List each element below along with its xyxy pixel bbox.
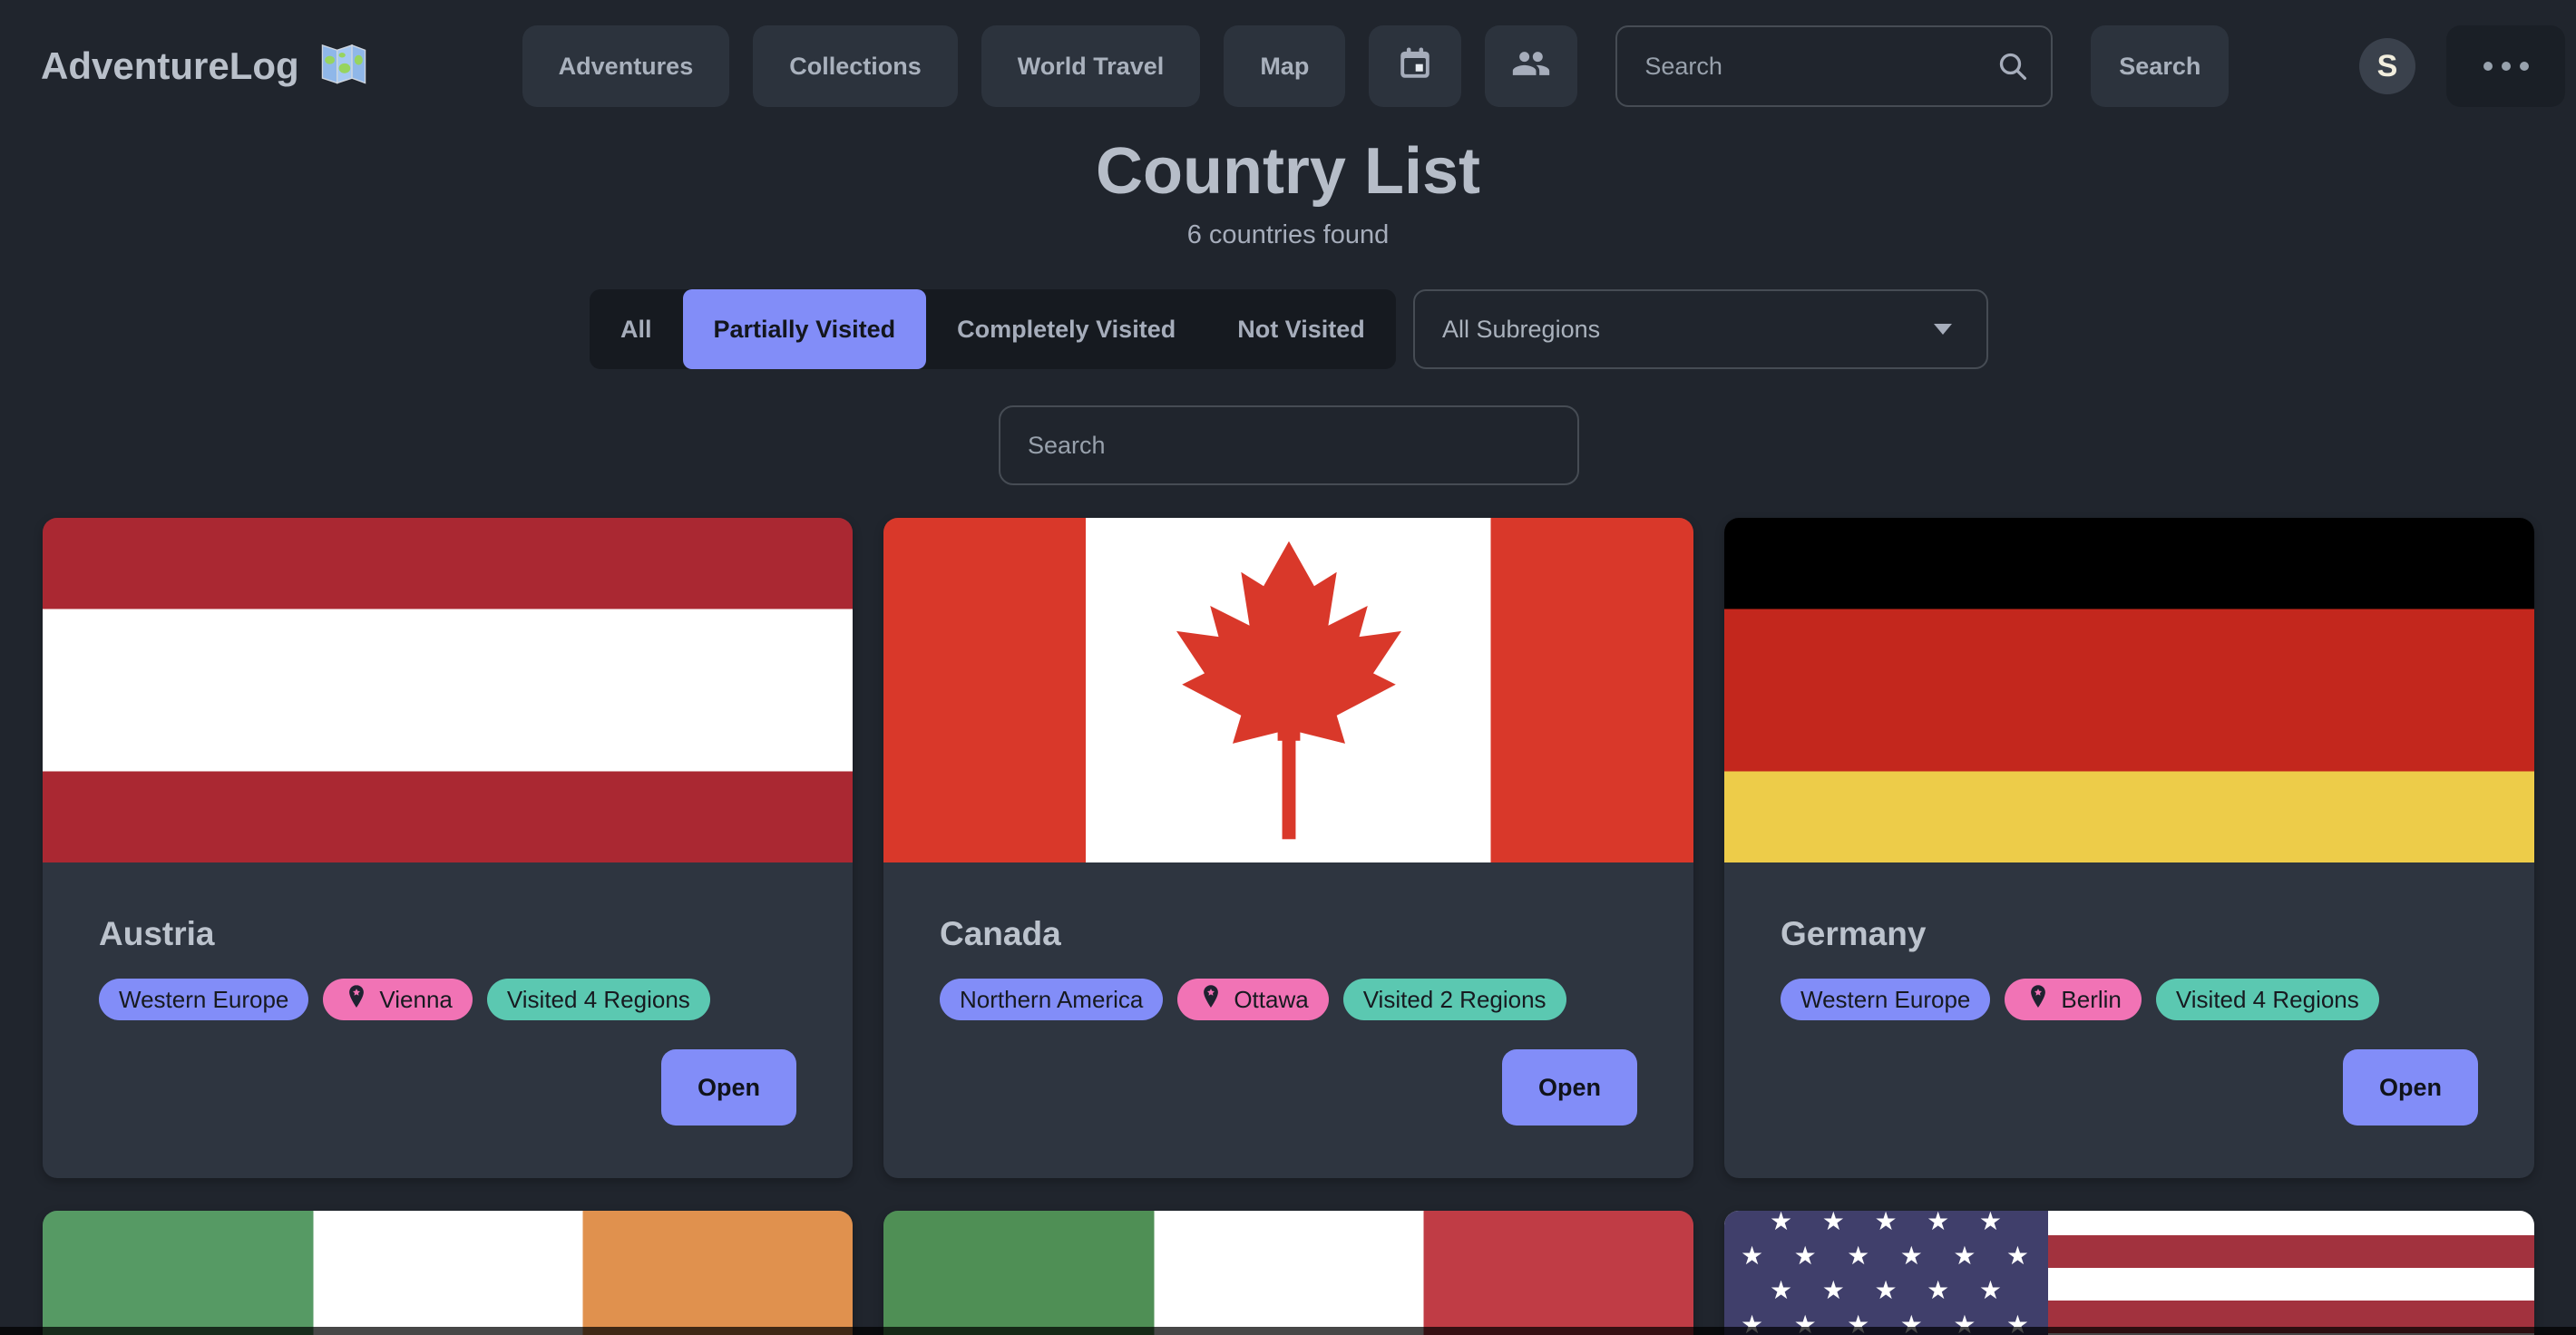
users-icon (1511, 44, 1551, 90)
visited-regions-badge: Visited 4 Regions (2156, 979, 2379, 1020)
nav-right: S (2359, 25, 2576, 107)
country-name: Canada (940, 915, 1637, 953)
map-pin-icon (343, 983, 370, 1017)
badges: Northern America Ottawa Visited 2 Region… (940, 979, 1637, 1020)
nav-item-adventures[interactable]: Adventures (522, 25, 730, 107)
adventurelog-app: AdventureLog Adventures Collections Worl… (0, 0, 2576, 1335)
card-actions: Open (99, 1049, 796, 1125)
avatar[interactable]: S (2359, 38, 2415, 94)
card-actions: Open (1781, 1049, 2478, 1125)
nav-item-world-travel[interactable]: World Travel (981, 25, 1201, 107)
country-card-canada: Canada Northern America Ottawa Visited 2… (883, 518, 1693, 1178)
region-badge: Western Europe (1781, 979, 1990, 1020)
country-card-italy (883, 1211, 1693, 1335)
search-icon (1995, 48, 2031, 89)
capital-name: Ottawa (1234, 986, 1308, 1014)
map-logo-icon (317, 35, 370, 97)
visited-regions-badge: Visited 4 Regions (487, 979, 710, 1020)
visit-filter-tabs: All Partially Visited Completely Visited… (590, 289, 1396, 369)
nav-item-map[interactable]: Map (1224, 25, 1345, 107)
capital-name: Berlin (2061, 986, 2121, 1014)
brand-title: AdventureLog (41, 44, 299, 88)
tab-completely-visited[interactable]: Completely Visited (926, 289, 1206, 369)
viewport-bottom-edge (0, 1327, 2576, 1335)
subregion-select[interactable]: All Subregions (1413, 289, 1988, 369)
brand[interactable]: AdventureLog (41, 35, 370, 97)
region-badge: Northern America (940, 979, 1163, 1020)
tab-all[interactable]: All (590, 289, 683, 369)
badges: Western Europe Berlin Visited 4 Regions (1781, 979, 2478, 1020)
capital-badge: Berlin (2005, 979, 2141, 1020)
country-card-germany: Germany Western Europe Berlin Visited 4 … (1724, 518, 2534, 1178)
chevron-down-icon (1934, 324, 1952, 335)
open-button[interactable]: Open (1502, 1049, 1637, 1125)
page-title: Country List (0, 136, 2576, 208)
country-card-united-states: ★★★★★ ★★★★★★ ★★★★★ ★★★★★★ ★★★★★ (1724, 1211, 2534, 1335)
country-name: Germany (1781, 915, 2478, 953)
calendar-icon (1396, 44, 1434, 89)
nav-search-input[interactable] (1615, 25, 2053, 107)
nav-search-wrap (1615, 25, 2053, 107)
users-button[interactable] (1485, 25, 1577, 107)
nav-item-collections[interactable]: Collections (753, 25, 958, 107)
region-badge: Western Europe (99, 979, 308, 1020)
ellipsis-icon (2483, 62, 2529, 71)
map-pin-icon (2025, 983, 2052, 1017)
flag-ireland (43, 1211, 853, 1335)
tab-not-visited[interactable]: Not Visited (1206, 289, 1396, 369)
more-options-button[interactable] (2446, 25, 2565, 107)
flag-canada (883, 518, 1693, 862)
badges: Western Europe Vienna Visited 4 Regions (99, 979, 796, 1020)
flag-austria (43, 518, 853, 862)
results-count: 6 countries found (0, 220, 2576, 250)
page-head: Country List 6 countries found (0, 136, 2576, 250)
country-card-grid: Austria Western Europe Vienna Visited 4 … (43, 518, 2534, 1335)
nav-search-button[interactable]: Search (2091, 25, 2229, 107)
maple-leaf (1148, 541, 1429, 840)
tab-partially-visited[interactable]: Partially Visited (683, 289, 927, 369)
capital-badge: Vienna (323, 979, 473, 1020)
card-body: Germany Western Europe Berlin Visited 4 … (1724, 862, 2534, 1178)
nav-links: Adventures Collections World Travel Map (522, 25, 2230, 107)
subregion-select-value: All Subregions (1442, 316, 1600, 344)
country-name: Austria (99, 915, 796, 953)
open-button[interactable]: Open (661, 1049, 796, 1125)
card-body: Austria Western Europe Vienna Visited 4 … (43, 862, 853, 1178)
card-actions: Open (940, 1049, 1637, 1125)
country-card-ireland (43, 1211, 853, 1335)
country-card-austria: Austria Western Europe Vienna Visited 4 … (43, 518, 853, 1178)
flag-italy (883, 1211, 1693, 1335)
open-button[interactable]: Open (2343, 1049, 2478, 1125)
flag-germany (1724, 518, 2534, 862)
flag-united-states: ★★★★★ ★★★★★★ ★★★★★ ★★★★★★ ★★★★★ (1724, 1211, 2534, 1335)
card-body: Canada Northern America Ottawa Visited 2… (883, 862, 1693, 1178)
map-pin-icon (1197, 983, 1225, 1017)
usa-star-canton: ★★★★★ ★★★★★★ ★★★★★ ★★★★★★ ★★★★★ (1724, 1211, 2048, 1335)
calendar-button[interactable] (1369, 25, 1461, 107)
capital-badge: Ottawa (1177, 979, 1328, 1020)
capital-name: Vienna (379, 986, 453, 1014)
visited-regions-badge: Visited 2 Regions (1343, 979, 1566, 1020)
navbar: AdventureLog Adventures Collections Worl… (0, 0, 2576, 132)
country-search-input[interactable] (999, 405, 1579, 485)
